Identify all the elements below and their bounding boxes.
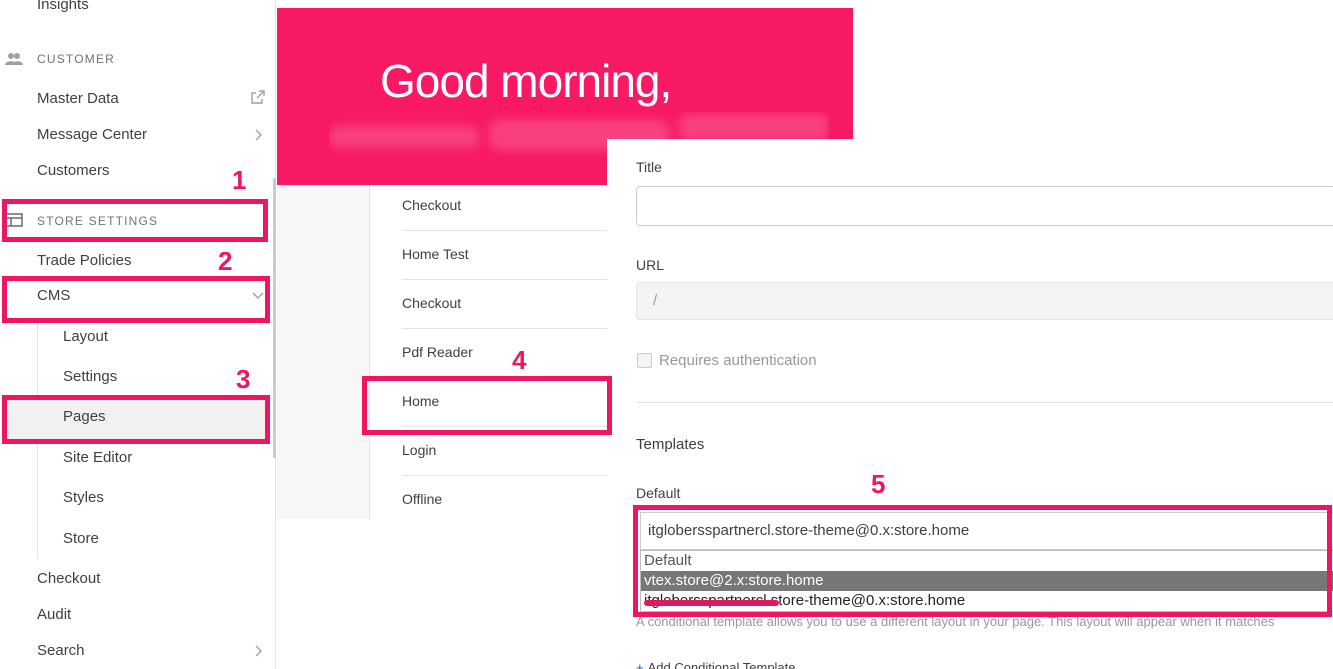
divider xyxy=(402,230,607,231)
url-input[interactable]: / xyxy=(636,282,1333,320)
sidebar-item-search[interactable]: Search xyxy=(37,642,85,659)
divider xyxy=(402,328,607,329)
page-list-item[interactable]: Offline xyxy=(402,491,607,507)
divider xyxy=(402,279,607,280)
sidebar-section-customer: CUSTOMER xyxy=(37,52,116,66)
annotation-box-5 xyxy=(633,505,1332,617)
page-list-item[interactable]: Pdf Reader xyxy=(402,344,607,360)
templates-heading: Templates xyxy=(636,436,705,453)
add-conditional-label: Add Conditional Template xyxy=(647,660,796,669)
requires-auth-label: Requires authentication xyxy=(659,352,817,369)
annotation-box-4 xyxy=(362,376,612,435)
add-conditional-template-link[interactable]: + Add Conditional Template xyxy=(636,660,796,669)
annotation-number-5: 5 xyxy=(871,469,886,499)
sidebar-item-trade-policies[interactable]: Trade Policies xyxy=(37,252,131,269)
chevron-right-icon xyxy=(255,129,262,141)
annotation-box-1 xyxy=(2,199,268,242)
sidebar-subitem-site-editor[interactable]: Site Editor xyxy=(63,449,132,466)
annotation-number-2: 2 xyxy=(218,246,233,276)
divider xyxy=(402,475,607,476)
title-label: Title xyxy=(636,159,662,175)
sidebar-item-customers[interactable]: Customers xyxy=(37,162,110,179)
customer-icon xyxy=(5,53,23,65)
annotation-number-3: 3 xyxy=(236,364,251,394)
page-list-item[interactable]: Checkout xyxy=(402,197,607,213)
external-link-icon xyxy=(251,90,265,104)
page-list-item[interactable]: Checkout xyxy=(402,295,607,311)
sidebar-item-checkout[interactable]: Checkout xyxy=(37,570,100,587)
default-template-label: Default xyxy=(636,485,681,501)
admin-sidebar: Insights CUSTOMER Master Data Message Ce… xyxy=(0,0,276,669)
sidebar-subitem-layout[interactable]: Layout xyxy=(63,328,108,345)
url-label: URL xyxy=(636,257,665,273)
annotation-box-2 xyxy=(2,276,270,323)
greeting-text: Good morning, xyxy=(380,55,672,107)
annotation-number-1: 1 xyxy=(232,165,247,195)
annotation-box-3 xyxy=(2,395,270,444)
plus-icon: + xyxy=(636,660,644,669)
sidebar-item-insights[interactable]: Insights xyxy=(37,0,89,13)
sidebar-item-message-center[interactable]: Message Center xyxy=(37,126,147,143)
chevron-right-icon xyxy=(255,645,262,657)
page-list-item[interactable]: Login xyxy=(402,442,607,458)
sidebar-item-audit[interactable]: Audit xyxy=(37,606,71,623)
sidebar-item-master-data[interactable]: Master Data xyxy=(37,90,119,107)
title-input[interactable] xyxy=(636,186,1333,226)
annotation-number-4: 4 xyxy=(512,345,527,375)
requires-auth-checkbox[interactable] xyxy=(637,353,652,368)
sidebar-subitem-store[interactable]: Store xyxy=(63,530,99,547)
page-list: Checkout Home Test Checkout Pdf Reader H… xyxy=(369,185,607,519)
sidebar-subitem-styles[interactable]: Styles xyxy=(63,489,104,506)
page-list-item[interactable]: Home Test xyxy=(402,246,607,262)
divider xyxy=(636,402,1333,403)
sidebar-scrollbar[interactable] xyxy=(273,178,276,458)
sidebar-subitem-settings[interactable]: Settings xyxy=(63,368,117,385)
